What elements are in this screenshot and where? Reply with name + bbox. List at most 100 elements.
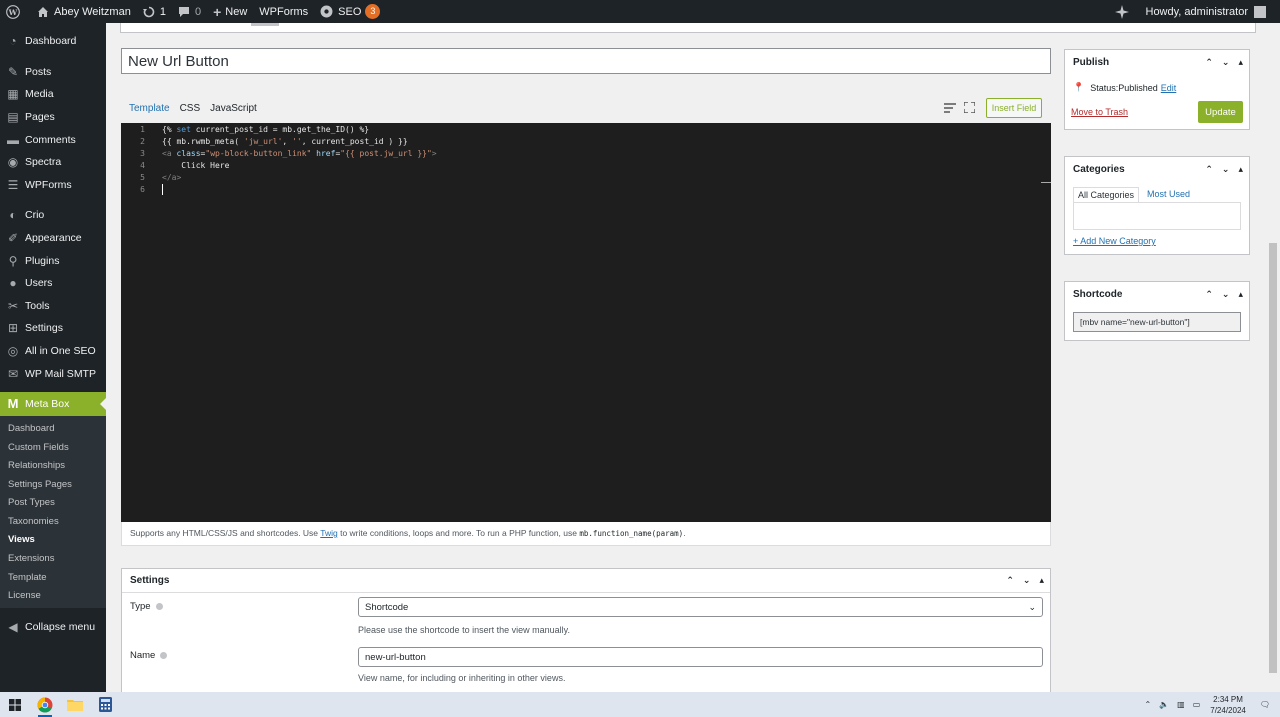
account-menu[interactable]: Howdy, administrator [1140,0,1280,23]
tab-all-categories[interactable]: All Categories [1073,187,1140,202]
sidebar-item-tools[interactable]: ✂ Tools [0,295,106,318]
type-select[interactable]: Shortcode ⌄ [358,597,1043,617]
mail-icon: ✉ [7,366,19,381]
sidebar-item-settings[interactable]: ⊞ Settings [0,317,106,340]
collapse-arrow-icon: ◀ [8,620,18,635]
clock-time: 2:34 PM [1213,694,1243,704]
sidebar-item-label: WPForms [25,178,72,191]
sidebar-item-meta-box[interactable]: M Meta Box [0,391,106,416]
ai-sparkle-icon[interactable] [1109,0,1140,23]
notifications-icon[interactable]: 🗨 [1260,700,1270,709]
insert-field-button[interactable]: Insert Field [986,98,1042,118]
submenu-item-dashboard[interactable]: Dashboard [0,420,106,439]
move-to-trash-link[interactable]: Move to Trash [1071,107,1128,117]
fullscreen-icon[interactable] [964,102,975,113]
seo-label: SEO [338,5,362,18]
submenu-item-post-types[interactable]: Post Types [0,494,106,513]
sidebar-item-wpforms[interactable]: ☰ WPForms [0,174,106,197]
scrollbar-thumb[interactable] [1269,243,1277,673]
network-icon[interactable]: ▥ [1177,700,1185,709]
system-tray: ⌃ 🔈 ▥ ▭ 2:34 PM 7/24/2024 🗨 [1136,694,1280,716]
update-button[interactable]: Update [1198,101,1243,123]
toggle-panel-icon[interactable]: ▴ [1238,164,1243,175]
sidebar-item-label: Media [25,88,54,101]
sidebar-item-media[interactable]: ▦ Media [0,83,106,106]
tab-javascript[interactable]: JavaScript [210,103,257,114]
move-down-icon[interactable]: ⌄ [1222,289,1230,300]
speaker-icon[interactable]: 🔈 [1159,700,1169,709]
sidebar-item-all-in-one-seo[interactable]: ◎ All in One SEO [0,340,106,363]
plus-icon: + [213,3,222,20]
type-label: Type [130,601,163,612]
move-up-icon[interactable]: ⌃ [1205,57,1213,68]
seo-link[interactable]: SEO 3 [314,0,386,23]
toggle-panel-icon[interactable]: ▴ [1238,289,1243,300]
windows-start-icon[interactable] [0,692,30,717]
move-down-icon[interactable]: ⌄ [1023,575,1031,586]
twig-link[interactable]: Twig [320,528,337,538]
main-content: New Url Button Template CSS JavaScript I… [106,23,1266,692]
new-content-link[interactable]: + New [207,0,253,23]
chevron-up-icon[interactable]: ⌃ [1144,700,1151,709]
updates-link[interactable]: 1 [137,0,172,23]
windows-taskbar: ⌃ 🔈 ▥ ▭ 2:34 PM 7/24/2024 🗨 [0,692,1280,717]
sidebar-item-posts[interactable]: ✎ Posts [0,61,106,84]
wordpress-logo-icon[interactable]: W [0,0,31,23]
view-title-input[interactable]: New Url Button [121,48,1051,74]
tab-most-used[interactable]: Most Used [1143,187,1194,202]
submenu-item-template[interactable]: Template [0,569,106,588]
wrap-lines-icon[interactable] [944,102,956,113]
submenu-item-extensions[interactable]: Extensions [0,550,106,569]
move-up-icon[interactable]: ⌃ [1205,164,1213,175]
sidebar-item-spectra[interactable]: ◉ Spectra [0,151,106,174]
collapse-menu-button[interactable]: ◀ Collapse menu [0,616,106,639]
sidebar-item-pages[interactable]: ▤ Pages [0,106,106,129]
submenu-item-relationships[interactable]: Relationships [0,457,106,476]
sidebar-item-crio[interactable]: ◐ Crio [0,204,106,227]
wpforms-link[interactable]: WPForms [253,0,314,23]
crio-icon: ◐ [9,208,17,223]
shortcode-field[interactable]: [mbv name="new-url-button"] [1073,312,1241,332]
sidebar-item-label: Posts [25,65,52,78]
sidebar-item-dashboard[interactable]: ◔ Dashboard [0,30,106,53]
tab-css[interactable]: CSS [180,103,201,114]
submenu-item-settings-pages[interactable]: Settings Pages [0,476,106,495]
add-new-category-link[interactable]: + Add New Category [1065,230,1249,254]
help-icon[interactable] [160,651,168,659]
move-down-icon[interactable]: ⌄ [1222,164,1230,175]
clock[interactable]: 2:34 PM 7/24/2024 [1210,694,1246,716]
admin-bar: W Abey Weitzman 1 0 + New WPForms SEO 3 … [0,0,1280,23]
battery-icon[interactable]: ▭ [1193,700,1201,709]
page-scrollbar[interactable] [1266,23,1280,692]
submenu-item-custom-fields[interactable]: Custom Fields [0,439,106,458]
edit-status-link[interactable]: Edit [1161,83,1177,93]
file-explorer-icon[interactable] [60,692,90,717]
code-editor[interactable]: 1 {% set current_post_id = mb.get_the_ID(… [121,123,1051,522]
sidebar-item-users[interactable]: ● Users [0,272,106,295]
sidebar-item-comments[interactable]: ▬ Comments [0,128,106,151]
help-icon[interactable] [155,602,163,610]
submenu-item-taxonomies[interactable]: Taxonomies [0,513,106,532]
code-line: 6 [121,184,163,196]
category-checklist[interactable] [1073,202,1241,230]
move-up-icon[interactable]: ⌃ [1006,575,1014,586]
name-input[interactable]: new-url-button [358,647,1043,667]
sidebar-item-wp-mail-smtp[interactable]: ✉ WP Mail SMTP [0,362,106,385]
chrome-icon[interactable] [30,692,60,717]
sidebar-item-plugins[interactable]: ⚲ Plugins [0,249,106,272]
toggle-panel-icon[interactable]: ▴ [1238,57,1243,68]
sidebar-item-label: Users [25,277,53,290]
submenu-item-license[interactable]: License [0,587,106,606]
move-down-icon[interactable]: ⌄ [1222,57,1230,68]
seo-icon: ◎ [7,344,19,359]
site-name-link[interactable]: Abey Weitzman [31,0,137,23]
name-label: Name [130,650,168,661]
sidebar-item-appearance[interactable]: ✐ Appearance [0,227,106,250]
submenu-item-views[interactable]: Views [0,531,106,550]
move-up-icon[interactable]: ⌃ [1205,289,1213,300]
comments-link[interactable]: 0 [172,0,207,23]
toggle-panel-icon[interactable]: ▴ [1039,575,1044,586]
settings-box: Settings ⌃ ⌄ ▴ Type Shortcode ⌄ Please us… [121,568,1051,692]
tab-template[interactable]: Template [129,103,170,114]
calculator-icon[interactable] [90,692,120,717]
